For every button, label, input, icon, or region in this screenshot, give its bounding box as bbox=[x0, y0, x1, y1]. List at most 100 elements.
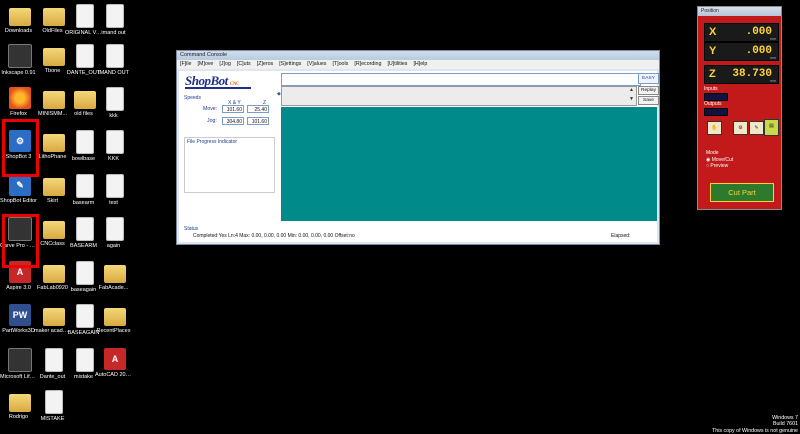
highlight-box-vcarve bbox=[2, 214, 39, 268]
folder-icon bbox=[74, 91, 96, 109]
mode-group: Mode ◉ Move/Cut ○ Preview bbox=[706, 150, 733, 170]
desktop-icon-label: ShopBot Editor bbox=[0, 198, 37, 204]
speeds-title: Speeds bbox=[184, 95, 201, 101]
desktop-icon[interactable]: kkk bbox=[98, 87, 132, 120]
recent-places-icon bbox=[104, 308, 126, 326]
desktop-icon-label: Aspire 3.0 bbox=[6, 285, 31, 291]
command-console-window[interactable]: Command Console [F]ile [M]ove [J]og [C]uts [… bbox=[176, 50, 660, 245]
folder-icon bbox=[9, 8, 31, 26]
document-icon bbox=[106, 130, 124, 154]
file-progress-panel: File Progress Indicator bbox=[184, 137, 275, 193]
desktop-icon[interactable]: FabAcade... bbox=[98, 261, 132, 292]
inputs-label: Inputs bbox=[704, 86, 718, 92]
desktop-icon-label: imand out bbox=[101, 30, 126, 36]
document-icon bbox=[76, 304, 94, 328]
menu-item[interactable]: [C]uts bbox=[237, 61, 251, 67]
document-icon bbox=[76, 130, 94, 154]
desktop-icon-label: KKK bbox=[107, 156, 119, 162]
folder-icon bbox=[43, 221, 65, 239]
position-title: Position bbox=[698, 7, 781, 16]
status-line: Completed:Yes Ln:4 Max: 0.00, 0.00, 0.00… bbox=[193, 233, 355, 239]
desktop-icon-label: PartWorks3D bbox=[2, 328, 35, 334]
jog-xy-field[interactable]: 304.80 bbox=[222, 117, 244, 125]
desktop-icon[interactable]: RecentPlaces bbox=[97, 304, 132, 335]
move-xy-field[interactable]: 101.60 bbox=[222, 105, 244, 113]
replay-button[interactable]: Replay bbox=[638, 86, 659, 95]
partworks-icon: PW bbox=[9, 304, 31, 326]
outputs-indicator[interactable] bbox=[704, 108, 728, 116]
document-icon bbox=[76, 4, 94, 28]
spindle-button[interactable]: ✋ bbox=[707, 121, 722, 135]
console-title: Command Console bbox=[177, 51, 659, 60]
menu-item[interactable]: [R]ecording bbox=[354, 61, 381, 67]
menu-item[interactable]: [Z]eros bbox=[257, 61, 273, 67]
keypad-button[interactable]: ⚙ bbox=[733, 121, 748, 135]
document-icon bbox=[106, 87, 124, 111]
z-readout: Z 38.730 mm bbox=[704, 65, 779, 84]
desktop-icon[interactable]: imand out bbox=[98, 4, 132, 37]
desktop-icon[interactable]: test bbox=[98, 174, 132, 207]
cut-part-button[interactable]: Cut Part bbox=[710, 183, 774, 202]
command-input[interactable] bbox=[281, 73, 641, 86]
desktop-icon[interactable]: Downloads bbox=[3, 4, 37, 35]
desktop-icon[interactable]: Microsoft LifeCam bbox=[0, 348, 37, 381]
desktop-icon[interactable]: KKK bbox=[98, 130, 132, 163]
desktop-icon-label: MISTAKE bbox=[40, 416, 65, 422]
menu-item[interactable]: [V]alues bbox=[307, 61, 326, 67]
z-value: 38.730 bbox=[732, 68, 772, 80]
folder-icon bbox=[43, 178, 65, 196]
move-label: Move: bbox=[203, 106, 218, 112]
y-readout: Y .000 mm bbox=[704, 42, 779, 61]
desktop-icon-label: IMAND OUT bbox=[98, 70, 129, 76]
desktop-icon[interactable]: A AutoCAD 2012 - E... bbox=[95, 348, 132, 379]
menu-item[interactable]: [J]og bbox=[219, 61, 230, 67]
desktop-icon[interactable]: Inkscape 0.91 bbox=[1, 44, 37, 77]
desktop-icon-label: FabAcade... bbox=[98, 285, 129, 291]
y-unit: mm bbox=[770, 56, 776, 60]
console-output-area[interactable] bbox=[281, 107, 657, 221]
speeds-panel: Speeds X & Y Z Move: Jog: 101.60 25.40 3… bbox=[184, 95, 270, 139]
desktop-icon[interactable]: ✎ ShopBot Editor bbox=[0, 174, 37, 205]
status-title: Status bbox=[184, 226, 199, 232]
x-readout: X .000 mm bbox=[704, 23, 779, 42]
menu-item[interactable]: [M]ove bbox=[197, 61, 213, 67]
status-button[interactable]: ▤ bbox=[764, 119, 779, 136]
menu-item[interactable]: [U]tilities bbox=[387, 61, 407, 67]
position-panel[interactable]: Position X .000 mm Y .000 mm Z 38.730 mm… bbox=[697, 6, 782, 210]
z-label: Z bbox=[709, 68, 716, 80]
shopbot-logo: ShopBot CNC bbox=[185, 73, 263, 89]
jog-z-field[interactable]: 101.60 bbox=[247, 117, 269, 125]
desktop-icon-label: Inkscape 0.91 bbox=[1, 70, 36, 76]
save-button[interactable]: Save bbox=[638, 96, 659, 105]
desktop-icon[interactable]: Rodrigo bbox=[3, 390, 37, 421]
desktop-icon[interactable]: again bbox=[98, 217, 132, 250]
move-z-field[interactable]: 25.40 bbox=[247, 105, 269, 113]
desktop-icon[interactable]: Firefox bbox=[3, 87, 37, 118]
x-value: .000 bbox=[745, 26, 772, 38]
mode-option-label: Preview bbox=[710, 163, 729, 169]
document-icon bbox=[76, 174, 94, 198]
desktop-icon[interactable]: IMAND OUT bbox=[98, 44, 132, 77]
tool-button[interactable]: ✎ bbox=[749, 121, 764, 135]
lifecam-icon bbox=[8, 348, 32, 372]
scroll-up-icon[interactable]: ▲ bbox=[629, 87, 634, 93]
menu-item[interactable]: [T]ools bbox=[332, 61, 348, 67]
diamond-icon: ◆ bbox=[277, 91, 281, 97]
command-history-box[interactable]: ▲ ▼ bbox=[281, 86, 637, 106]
folder-icon bbox=[9, 394, 31, 412]
mode-option-preview[interactable]: ○ Preview bbox=[706, 163, 733, 170]
menu-item[interactable]: [F]ile bbox=[180, 61, 191, 67]
document-icon bbox=[76, 217, 94, 241]
progress-title: File Progress Indicator bbox=[187, 139, 238, 145]
document-icon bbox=[45, 348, 63, 372]
scroll-down-icon[interactable]: ▼ bbox=[629, 96, 634, 102]
z-unit: mm bbox=[770, 79, 776, 83]
folder-icon bbox=[43, 308, 65, 326]
menu-item[interactable]: [H]elp bbox=[413, 61, 427, 67]
desktop-icon[interactable]: PW PartWorks3D bbox=[2, 304, 37, 335]
menu-item[interactable]: [S]ettings bbox=[279, 61, 301, 67]
document-icon bbox=[106, 217, 124, 241]
easy-button[interactable]: EASY bbox=[638, 73, 659, 84]
desktop-icon[interactable]: MISTAKE bbox=[37, 390, 71, 423]
y-label: Y bbox=[709, 45, 717, 57]
